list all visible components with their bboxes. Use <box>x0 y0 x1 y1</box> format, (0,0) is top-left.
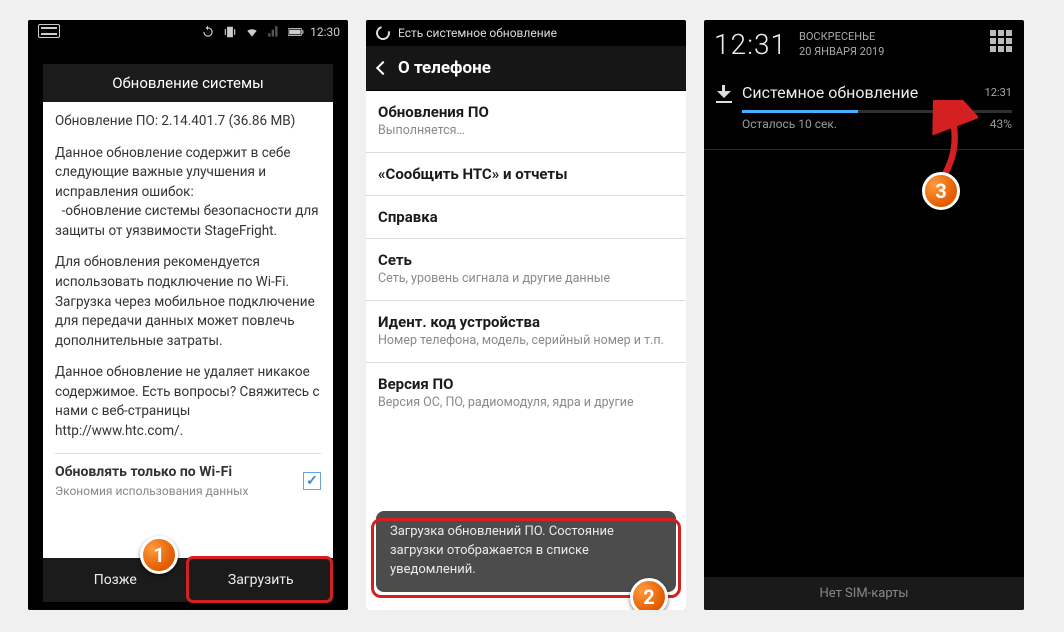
download-progress <box>742 110 1012 113</box>
quick-settings-icon[interactable] <box>990 30 1012 52</box>
item-title: Идент. код устройства <box>378 313 674 331</box>
item-sub: Номер телефона, модель, серийный номер и… <box>378 333 674 350</box>
item-title: Версия ПО <box>378 375 674 393</box>
status-bar: 12:30 <box>28 20 348 44</box>
update-desc-3: Данное обновление не удаляет никакое сод… <box>55 363 321 441</box>
dialog-buttons: Позже Загрузить <box>43 558 333 602</box>
item-sub: Версия ОС, ПО, радиомодуля, ядра и други… <box>378 395 674 412</box>
item-title: Обновления ПО <box>378 103 674 121</box>
annotation-marker-1: 1 <box>140 536 178 574</box>
back-icon[interactable] <box>376 61 390 75</box>
item-network[interactable]: Сеть Сеть, уровень сигнала и другие данн… <box>366 239 686 301</box>
update-desc-2: Для обновления рекомендуется использоват… <box>55 253 321 351</box>
status-text: Есть системное обновление <box>398 26 557 40</box>
status-bar: Есть системное обновление <box>366 20 686 46</box>
shade-date-line: 20 ЯНВАРЯ 2019 <box>799 45 884 59</box>
remaining-text: Осталось 10 сек. <box>742 117 837 131</box>
vibrate-icon <box>222 25 238 39</box>
item-help[interactable]: Справка <box>366 196 686 239</box>
wifi-only-title: Обновлять только по Wi-Fi <box>55 462 248 482</box>
annotation-marker-3: 3 <box>922 172 960 210</box>
item-sub: Выполняется… <box>378 123 674 140</box>
download-button[interactable]: Загрузить <box>189 558 334 602</box>
shade-day: ВОСКРЕСЕНЬЕ <box>799 30 884 44</box>
wifi-only-sub: Экономия использования данных <box>55 483 248 500</box>
dialog-title: Обновление системы <box>43 64 333 102</box>
phone-screenshot-2: Есть системное обновление О телефоне Обн… <box>366 20 686 610</box>
item-title: Справка <box>378 208 674 226</box>
progress-fill <box>742 110 858 113</box>
header-title: О телефоне <box>398 58 491 78</box>
sync-icon <box>200 25 216 39</box>
item-title: «Сообщить HTC» и отчеты <box>378 165 674 183</box>
system-update-dialog: Обновление системы Обновление ПО: 2.14.4… <box>43 64 333 602</box>
refresh-icon <box>373 23 392 42</box>
download-notification[interactable]: Системное обновление 12:31 Осталось 10 с… <box>704 75 1024 141</box>
download-icon <box>716 85 732 101</box>
settings-header[interactable]: О телефоне <box>366 46 686 91</box>
wifi-only-checkbox[interactable]: ✓ <box>303 472 321 490</box>
wifi-icon <box>244 25 260 39</box>
update-version: Обновление ПО: 2.14.401.7 (36.86 MB) <box>55 112 321 132</box>
toast-container: Загрузка обновлений ПО. Состояние загруз… <box>376 511 676 592</box>
item-tell-htc[interactable]: «Сообщить HTC» и отчеты <box>366 153 686 196</box>
shade-date: ВОСКРЕСЕНЬЕ 20 ЯНВАРЯ 2019 <box>799 30 884 59</box>
desc-text: Данное обновление содержит в себе следую… <box>55 145 291 200</box>
notification-icon <box>38 24 60 38</box>
download-toast: Загрузка обновлений ПО. Состояние загруз… <box>376 511 676 592</box>
notification-time: 12:31 <box>985 86 1012 99</box>
signal-icon <box>266 25 282 39</box>
phone-screenshot-3: 12:31 ВОСКРЕСЕНЬЕ 20 ЯНВАРЯ 2019 Системн… <box>704 20 1024 610</box>
item-software-version[interactable]: Версия ПО Версия ОС, ПО, радиомодуля, яд… <box>366 363 686 424</box>
wifi-only-row[interactable]: Обновлять только по Wi-Fi Экономия испол… <box>55 453 321 500</box>
item-software-updates[interactable]: Обновления ПО Выполняется… <box>366 91 686 153</box>
battery-icon <box>288 25 304 39</box>
percent-text: 43% <box>990 117 1012 131</box>
shade-time: 12:31 <box>714 28 787 61</box>
status-time: 12:30 <box>310 25 340 39</box>
desc-bullet: -обновление системы безопасности для защ… <box>55 203 322 239</box>
phone-screenshot-1: 12:30 Обновление системы Обновление ПО: … <box>28 20 348 610</box>
item-title: Сеть <box>378 251 674 269</box>
update-desc-1: Данное обновление содержит в себе следую… <box>55 144 321 242</box>
notification-title: Системное обновление <box>742 83 975 102</box>
no-sim-footer: Нет SIM-карты <box>704 576 1024 610</box>
dialog-body: Обновление ПО: 2.14.401.7 (36.86 MB) Дан… <box>43 102 333 558</box>
divider <box>704 149 1024 150</box>
item-device-id[interactable]: Идент. код устройства Номер телефона, мо… <box>366 301 686 363</box>
notification-shade-header: 12:31 ВОСКРЕСЕНЬЕ 20 ЯНВАРЯ 2019 <box>704 20 1024 67</box>
item-sub: Сеть, уровень сигнала и другие данные <box>378 271 674 288</box>
annotation-marker-2: 2 <box>630 578 668 610</box>
